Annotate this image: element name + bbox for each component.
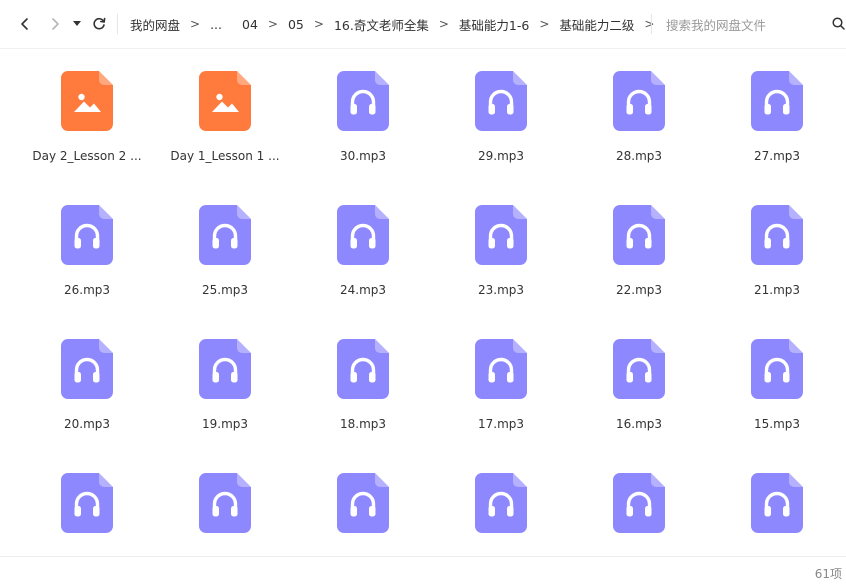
item-count: 61项 — [814, 567, 842, 581]
breadcrumb-separator: > — [644, 17, 655, 31]
file-item[interactable]: 15.mp3 — [708, 328, 846, 456]
file-name: 19.mp3 — [201, 417, 249, 431]
breadcrumb-item-ellipsis[interactable]: ... — [200, 17, 232, 32]
audio-file-icon — [61, 339, 113, 399]
file-name: 25.mp3 — [201, 283, 249, 297]
file-item[interactable]: 22.mp3 — [570, 194, 708, 322]
file-name: 27.mp3 — [753, 149, 801, 163]
file-name: 29.mp3 — [477, 149, 525, 163]
file-item[interactable]: 17.mp3 — [432, 328, 570, 456]
audio-file-icon — [475, 473, 527, 533]
audio-file-icon — [199, 339, 251, 399]
breadcrumb-separator: > — [438, 17, 449, 31]
file-name: Day 1_Lesson 1 ... — [170, 149, 280, 163]
search-divider — [651, 14, 652, 34]
audio-file-icon — [61, 205, 113, 265]
file-name: 22.mp3 — [615, 283, 663, 297]
chevron-left-icon — [21, 18, 28, 30]
file-name: 16.mp3 — [615, 417, 663, 431]
breadcrumb-separator: > — [539, 17, 550, 31]
file-item[interactable]: 20.mp3 — [18, 328, 156, 456]
breadcrumb-separator: > — [267, 17, 278, 31]
file-item[interactable]: Day 1_Lesson 1 ... — [156, 60, 294, 188]
file-item[interactable]: 30.mp3 — [294, 60, 432, 188]
file-name: 28.mp3 — [615, 149, 663, 163]
file-name: 18.mp3 — [339, 417, 387, 431]
refresh-button[interactable] — [88, 12, 110, 36]
breadcrumb-separator: > — [190, 17, 201, 31]
breadcrumb-item-04[interactable]: 04 — [232, 17, 268, 32]
breadcrumb-item-current[interactable]: 基础能力二级 — [549, 15, 644, 34]
file-name: 23.mp3 — [477, 283, 525, 297]
file-item[interactable] — [432, 462, 570, 556]
file-item[interactable]: 28.mp3 — [570, 60, 708, 188]
top-toolbar: 我的网盘 > ... 04 > 05 > 16.奇文老师全集 > 基础能力1-6… — [0, 0, 846, 49]
audio-file-icon — [337, 473, 389, 533]
file-item[interactable]: 16.mp3 — [570, 328, 708, 456]
file-item[interactable]: 27.mp3 — [708, 60, 846, 188]
file-item[interactable]: 29.mp3 — [432, 60, 570, 188]
audio-file-icon — [475, 339, 527, 399]
file-item[interactable]: 21.mp3 — [708, 194, 846, 322]
file-name: 30.mp3 — [339, 149, 387, 163]
image-file-icon — [199, 71, 251, 131]
file-item[interactable] — [570, 462, 708, 556]
image-file-icon — [61, 71, 113, 131]
file-grid: Day 2_Lesson 2 ... Day 1_Lesson 1 ... 30.m… — [18, 60, 846, 556]
file-name: 20.mp3 — [63, 417, 111, 431]
back-button[interactable] — [14, 12, 36, 36]
file-name: 26.mp3 — [63, 283, 111, 297]
audio-file-icon — [613, 71, 665, 131]
file-item[interactable]: Day 2_Lesson 2 ... — [18, 60, 156, 188]
audio-file-icon — [337, 339, 389, 399]
file-name: 21.mp3 — [753, 283, 801, 297]
audio-file-icon — [61, 473, 113, 533]
file-item[interactable]: 25.mp3 — [156, 194, 294, 322]
caret-down-icon — [73, 21, 81, 26]
file-item[interactable] — [294, 462, 432, 556]
status-bar: 61项 — [0, 556, 846, 584]
audio-file-icon — [613, 339, 665, 399]
file-item[interactable]: 26.mp3 — [18, 194, 156, 322]
breadcrumb-separator: > — [313, 17, 324, 31]
history-dropdown-button[interactable] — [68, 12, 86, 36]
audio-file-icon — [475, 205, 527, 265]
audio-file-icon — [199, 473, 251, 533]
breadcrumb-item-collection[interactable]: 16.奇文老师全集 — [324, 15, 439, 34]
audio-file-icon — [751, 205, 803, 265]
audio-file-icon — [199, 205, 251, 265]
file-item[interactable]: 24.mp3 — [294, 194, 432, 322]
audio-file-icon — [613, 473, 665, 533]
audio-file-icon — [751, 339, 803, 399]
file-item[interactable]: 18.mp3 — [294, 328, 432, 456]
audio-file-icon — [613, 205, 665, 265]
file-name: 15.mp3 — [753, 417, 801, 431]
audio-file-icon — [337, 71, 389, 131]
breadcrumb-item-05[interactable]: 05 — [278, 17, 314, 32]
chevron-right-icon — [52, 18, 59, 30]
search-icon[interactable] — [832, 17, 845, 30]
file-name: 24.mp3 — [339, 283, 387, 297]
breadcrumb-item-root[interactable]: 我的网盘 — [120, 15, 190, 34]
file-item[interactable] — [156, 462, 294, 556]
audio-file-icon — [751, 71, 803, 131]
audio-file-icon — [751, 473, 803, 533]
file-item[interactable]: 19.mp3 — [156, 328, 294, 456]
file-name: 17.mp3 — [477, 417, 525, 431]
refresh-icon — [93, 17, 106, 30]
search-input[interactable] — [664, 14, 838, 36]
file-item[interactable]: 23.mp3 — [432, 194, 570, 322]
breadcrumb: 我的网盘 > ... 04 > 05 > 16.奇文老师全集 > 基础能力1-6… — [120, 0, 654, 48]
forward-button[interactable] — [44, 12, 66, 36]
breadcrumb-item-basic-1-6[interactable]: 基础能力1-6 — [449, 15, 539, 34]
file-name: Day 2_Lesson 2 ... — [32, 149, 142, 163]
file-item[interactable] — [708, 462, 846, 556]
toolbar-divider — [117, 14, 118, 34]
audio-file-icon — [475, 71, 527, 131]
audio-file-icon — [337, 205, 389, 265]
file-item[interactable] — [18, 462, 156, 556]
